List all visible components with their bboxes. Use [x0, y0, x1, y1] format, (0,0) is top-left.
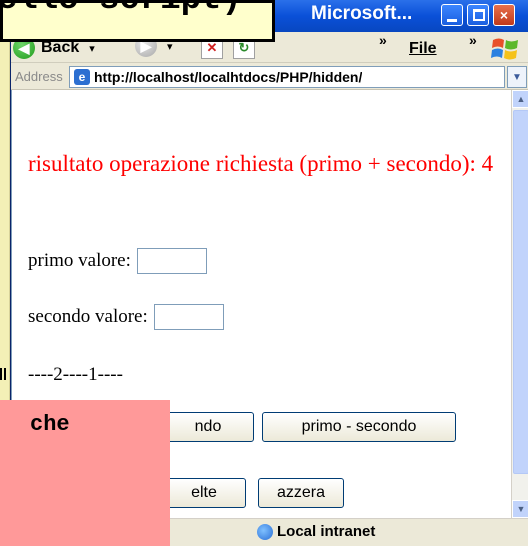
- minimize-button[interactable]: [441, 4, 463, 26]
- file-menu[interactable]: File: [409, 40, 437, 58]
- secondo-input[interactable]: [153, 304, 224, 330]
- ie-page-icon: e: [74, 69, 90, 85]
- globe-icon: [257, 523, 273, 540]
- address-dropdown-button[interactable]: ▼: [507, 66, 527, 88]
- result-text: risultato operazione richiesta (primo + …: [28, 151, 494, 176]
- address-input[interactable]: e http://localhost/localhtdocs/PHP/hidde…: [69, 66, 505, 88]
- back-dropdown[interactable]: ▾: [89, 42, 95, 55]
- secondo-label: secondo valore:: [28, 306, 148, 327]
- scroll-thumb[interactable]: [513, 110, 528, 474]
- vertical-scrollbar[interactable]: ▲ ▼: [511, 90, 528, 518]
- primo-row: primo valore:: [28, 248, 207, 274]
- azzera-button[interactable]: azzera: [258, 478, 344, 508]
- hidden-values-text: ----2----1----: [28, 364, 123, 385]
- secondo-row: secondo valore:: [28, 304, 224, 330]
- security-zone: Local intranet: [257, 523, 375, 540]
- primo-label: primo valore:: [28, 250, 131, 271]
- slide-callout-bottom: che: [0, 400, 170, 546]
- somma-button[interactable]: ndo: [162, 412, 254, 442]
- address-label: Address: [15, 69, 63, 84]
- toolbar-overflow-chevron[interactable]: »: [379, 32, 387, 48]
- zone-label: Local intranet: [277, 523, 376, 540]
- menu-overflow-chevron[interactable]: »: [469, 32, 477, 48]
- screen: Microsoft... × ◀ Back ▾ ▶ ▾ ✕ ↻ » File »…: [0, 0, 528, 546]
- scroll-down-icon[interactable]: ▼: [512, 500, 528, 518]
- differenza-button[interactable]: primo - secondo: [262, 412, 456, 442]
- windows-logo-icon: [491, 38, 518, 60]
- slide-callout-top: ello script): [0, 0, 275, 42]
- scroll-up-icon[interactable]: ▲: [512, 90, 528, 108]
- stop-icon: ✕: [206, 40, 218, 55]
- slide-callout-top-text: ello script): [0, 0, 242, 19]
- close-icon: ×: [499, 7, 509, 23]
- minimize-icon: [442, 5, 462, 25]
- slide-marker: [0, 368, 6, 380]
- scelte-button[interactable]: elte: [162, 478, 246, 508]
- window-title: Microsoft...: [311, 3, 413, 24]
- maximize-button[interactable]: [467, 4, 489, 26]
- maximize-icon: [468, 5, 488, 25]
- primo-input[interactable]: [136, 248, 207, 274]
- address-url: http://localhost/localhtdocs/PHP/hidden/: [94, 69, 363, 85]
- close-button[interactable]: ×: [493, 4, 515, 26]
- refresh-icon: ↻: [238, 40, 250, 55]
- slide-callout-bottom-text: che: [30, 412, 70, 437]
- address-bar-row: Address e http://localhost/localhtdocs/P…: [11, 62, 528, 90]
